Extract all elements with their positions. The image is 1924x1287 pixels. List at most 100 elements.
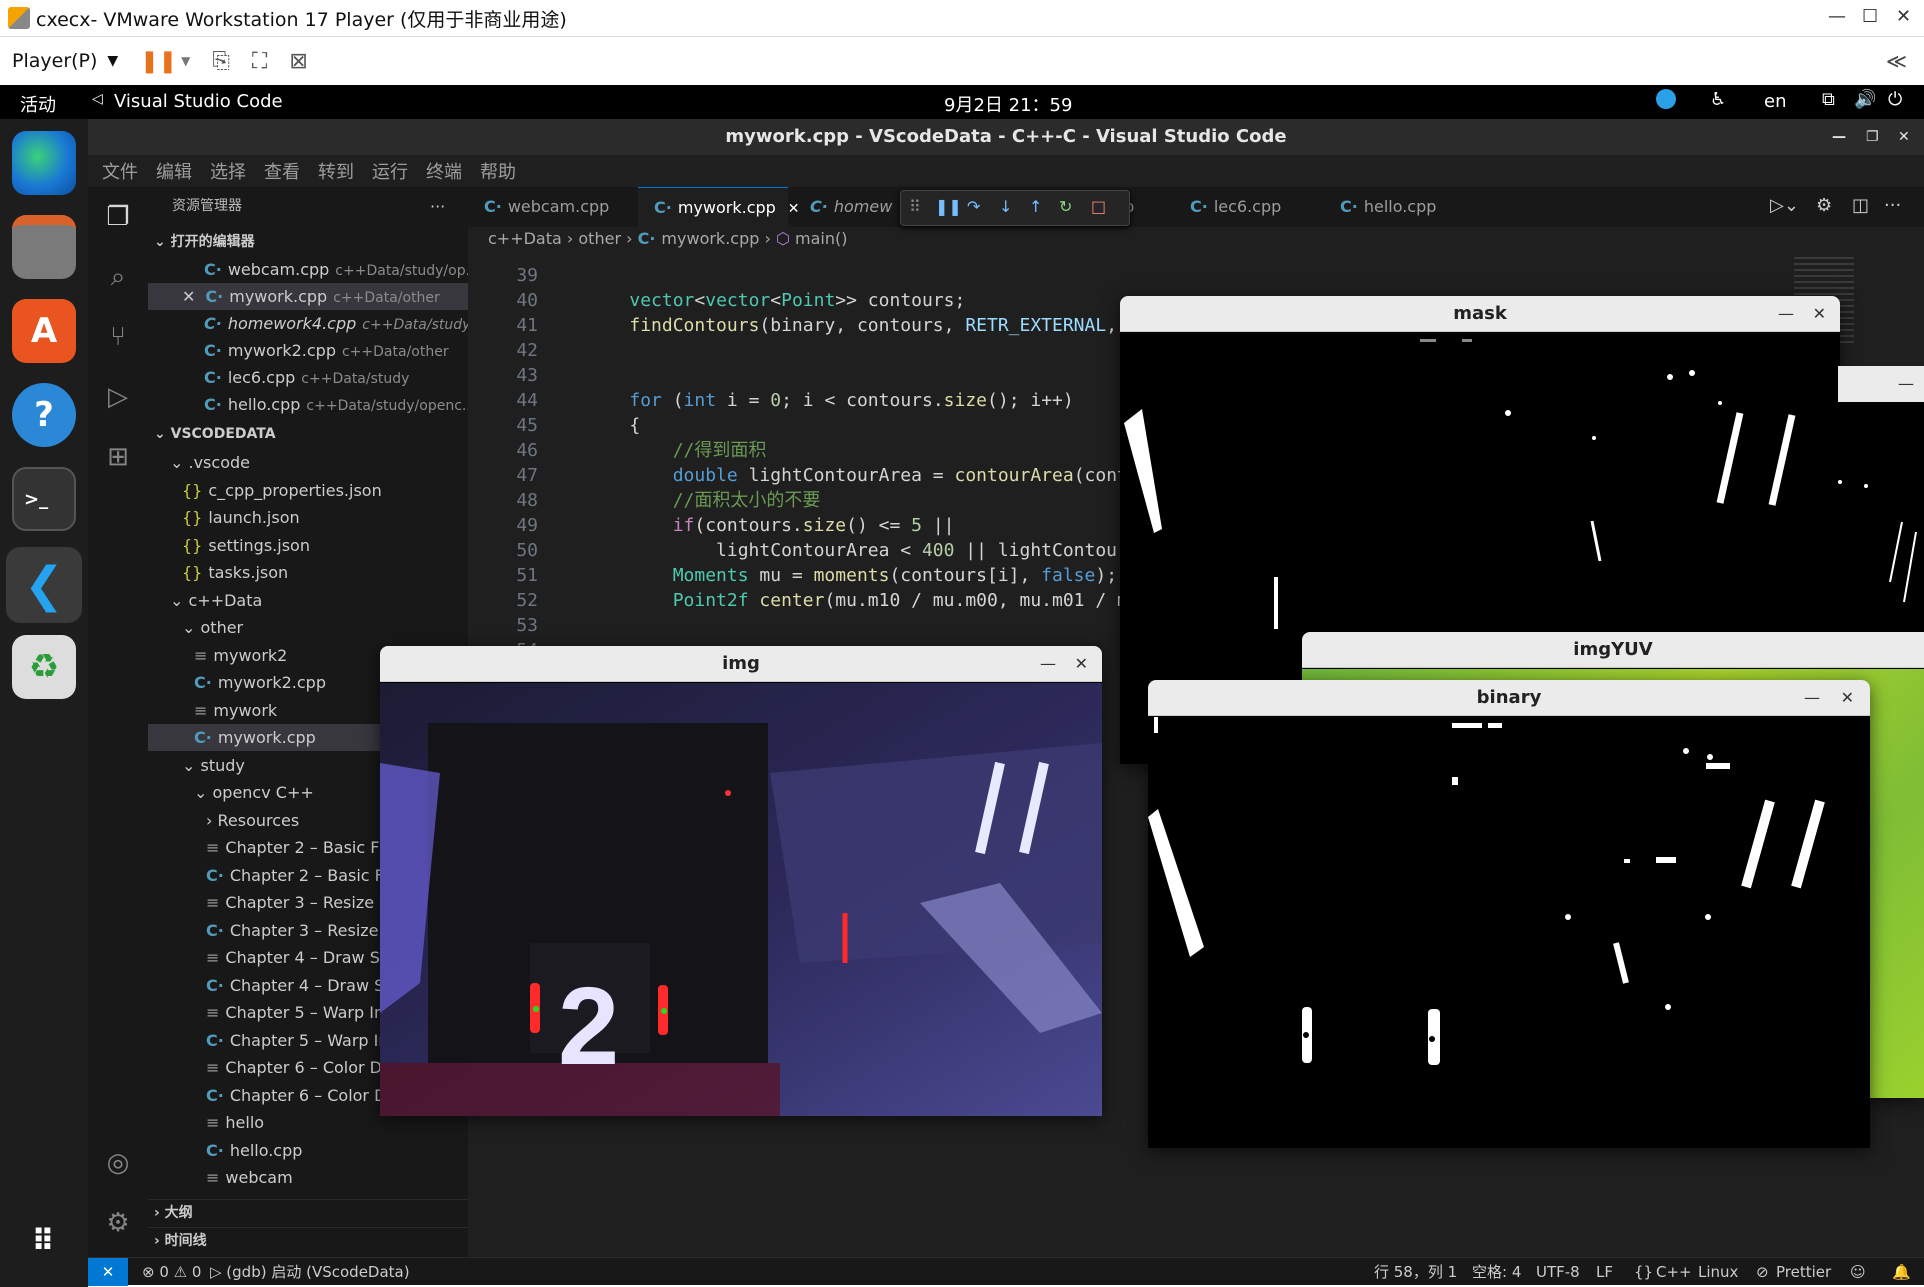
tree-item[interactable]: {} c_cpp_properties.json <box>148 477 468 504</box>
close-editor-icon[interactable]: ✕ <box>182 287 195 306</box>
prettier-status[interactable]: Prettier <box>1776 1258 1831 1286</box>
open-editor-item-active[interactable]: ✕ C· mywork.cpp c++Data/other <box>148 283 468 310</box>
menu-selection[interactable]: 选择 <box>210 158 246 184</box>
activities-button[interactable]: 活动 <box>20 91 56 117</box>
player-menu[interactable]: Player(P) <box>12 50 97 72</box>
tree-item[interactable]: {} tasks.json <box>148 559 468 586</box>
search-icon[interactable]: ⌕ <box>102 261 134 293</box>
tab-homework4[interactable]: C· homew <box>794 187 892 227</box>
edge-browser-icon[interactable] <box>12 131 76 195</box>
feedback-icon[interactable]: ☺ <box>1850 1258 1866 1286</box>
extensions-icon[interactable]: ⊞ <box>102 441 134 473</box>
tab-lec6[interactable]: C· lec6.cpp <box>1174 187 1304 227</box>
menu-edit[interactable]: 编辑 <box>156 158 192 184</box>
volume-icon[interactable]: 🔊 <box>1854 89 1876 110</box>
tree-item[interactable]: ≡ webcam <box>148 1164 468 1191</box>
more-actions-icon[interactable]: ··· <box>1884 195 1901 216</box>
menu-help[interactable]: 帮助 <box>480 158 516 184</box>
vm-maximize-button[interactable]: ☐ <box>1862 6 1878 27</box>
fullscreen-icon[interactable]: ⛶ <box>252 49 267 74</box>
open-editor-item[interactable]: C· lec6.cpp c++Data/study <box>148 364 468 391</box>
split-editor-icon[interactable]: ◫ <box>1852 195 1869 216</box>
run-code-icon[interactable]: ▷⌄ <box>1770 195 1799 216</box>
tree-item[interactable]: C· hello.cpp <box>148 1137 468 1164</box>
source-control-icon[interactable]: ⑂ <box>102 321 134 353</box>
breadcrumb-item[interactable]: main() <box>795 229 847 248</box>
app-menu-label[interactable]: Visual Studio Code <box>114 91 283 112</box>
menu-file[interactable]: 文件 <box>102 158 138 184</box>
tree-item[interactable]: {} launch.json <box>148 504 468 531</box>
vscode-dock-icon[interactable]: ❮ <box>6 547 82 623</box>
open-editor-item[interactable]: C· webcam.cpp c++Data/study/op... <box>148 256 468 283</box>
open-editor-item[interactable]: C· hello.cpp c++Data/study/openc... <box>148 391 468 418</box>
help-icon[interactable]: ? <box>12 383 76 447</box>
player-menu-dropdown-icon[interactable]: ▼ <box>107 53 118 69</box>
open-editor-item[interactable]: C· homework4.cpp c++Data/study <box>148 310 468 337</box>
menu-run[interactable]: 运行 <box>372 158 408 184</box>
accounts-icon[interactable]: ◎ <box>102 1147 134 1179</box>
drag-handle-icon[interactable]: ⠿ <box>909 197 921 216</box>
settings-gear-icon[interactable]: ⚙ <box>1816 195 1832 216</box>
remote-indicator[interactable]: ✕ <box>88 1258 128 1286</box>
show-apps-icon[interactable]: ⠿ <box>12 1209 76 1273</box>
timeline-header[interactable]: › 时间线 <box>148 1227 468 1254</box>
restart-icon[interactable]: ↻ <box>1059 197 1072 216</box>
indent-spaces[interactable]: 空格: 4 <box>1472 1258 1521 1286</box>
platform[interactable]: Linux <box>1698 1258 1738 1286</box>
collapse-toolbar-icon[interactable]: ≪ <box>1886 49 1907 73</box>
edge-tray-icon[interactable] <box>1656 89 1676 109</box>
code-content[interactable]: vector<vector<Point>> contours; findCont… <box>586 263 1128 663</box>
problems-count[interactable]: ⊗ 0 ⚠ 0 <box>142 1258 201 1286</box>
files-icon[interactable] <box>12 215 76 279</box>
menu-view[interactable]: 查看 <box>264 158 300 184</box>
send-ctrl-alt-del-icon[interactable]: ⎘ <box>212 49 230 74</box>
vm-close-button[interactable]: ✕ <box>1896 6 1911 27</box>
breadcrumb-item[interactable]: c++Data <box>488 229 562 248</box>
step-into-icon[interactable]: ↓ <box>999 197 1012 216</box>
vscode-close-button[interactable]: ✕ <box>1898 119 1910 155</box>
open-editors-header[interactable]: ⌄ 打开的编辑器 <box>148 229 468 256</box>
input-language[interactable]: en <box>1764 91 1786 112</box>
unity-mode-icon[interactable]: ⊠ <box>289 49 307 74</box>
vscode-restore-button[interactable]: ❐ <box>1866 119 1879 155</box>
breadcrumb-item[interactable]: mywork.cpp <box>661 229 759 248</box>
img-minimize-button[interactable]: — <box>1040 646 1056 682</box>
tab-webcam[interactable]: C· webcam.cpp <box>468 187 609 227</box>
clock[interactable]: 9月2日 21：59 <box>944 91 1072 117</box>
tree-item[interactable]: ⌄ .vscode <box>148 449 468 476</box>
menu-terminal[interactable]: 终端 <box>426 158 462 184</box>
step-out-icon[interactable]: ↑ <box>1029 197 1042 216</box>
explorer-more-button[interactable]: ··· <box>430 193 460 220</box>
pause-dropdown-icon[interactable]: ▼ <box>181 54 190 68</box>
power-icon[interactable]: ⏻ <box>1888 89 1902 110</box>
stop-icon[interactable]: □ <box>1091 197 1106 216</box>
run-debug-icon[interactable]: ▷ <box>102 381 134 413</box>
binary-close-button[interactable]: ✕ <box>1841 680 1854 716</box>
step-over-icon[interactable]: ↷ <box>967 197 980 216</box>
mask-minimize-button[interactable]: — <box>1778 296 1794 332</box>
notifications-bell-icon[interactable]: 🔔 <box>1892 1258 1911 1286</box>
cursor-position[interactable]: 行 58，列 1 <box>1374 1258 1457 1286</box>
open-editor-item[interactable]: C· mywork2.cpp c++Data/other <box>148 337 468 364</box>
background-window-minimize[interactable]: — <box>1838 366 1924 402</box>
tree-item[interactable]: ⌄ c++Data <box>148 587 468 614</box>
binary-minimize-button[interactable]: — <box>1804 680 1820 716</box>
breadcrumb-item[interactable]: other <box>578 229 621 248</box>
manage-gear-icon[interactable]: ⚙ <box>102 1207 134 1239</box>
vm-minimize-button[interactable]: — <box>1828 6 1846 27</box>
pause-vm-icon[interactable]: ❚❚ <box>140 49 177 74</box>
vscode-minimize-button[interactable]: — <box>1832 119 1846 155</box>
app-center-icon[interactable]: A <box>12 299 76 363</box>
tab-mywork[interactable]: C· mywork.cpp ✕ <box>638 187 800 227</box>
pause-debug-icon[interactable]: ❚❚ <box>935 197 962 216</box>
debug-launch-config[interactable]: ▷ (gdb) 启动 (VScodeData) <box>210 1258 410 1286</box>
file-encoding[interactable]: UTF-8 <box>1536 1258 1580 1286</box>
explorer-icon[interactable]: ❐ <box>102 201 134 233</box>
end-of-line[interactable]: LF <box>1596 1258 1613 1286</box>
accessibility-icon[interactable]: ♿ <box>1710 89 1726 110</box>
terminal-icon[interactable]: >_ <box>12 467 76 531</box>
mask-close-button[interactable]: ✕ <box>1813 296 1826 332</box>
outline-header[interactable]: › 大纲 <box>148 1199 468 1226</box>
language-mode[interactable]: C++ <box>1656 1258 1692 1286</box>
network-icon[interactable]: ⧉ <box>1822 89 1835 110</box>
